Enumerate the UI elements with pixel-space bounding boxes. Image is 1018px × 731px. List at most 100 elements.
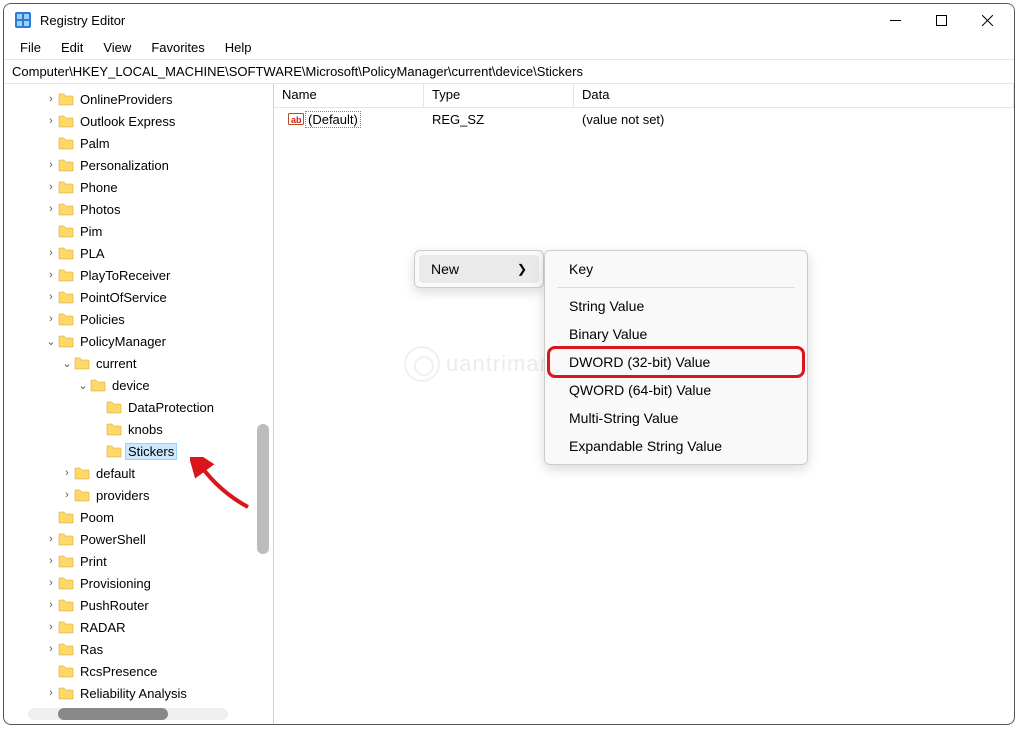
menu-file[interactable]: File [10, 38, 51, 57]
tree-item-label: Policies [78, 312, 127, 327]
chevron-right-icon[interactable]: › [44, 313, 58, 325]
horizontal-scrollbar[interactable] [28, 708, 228, 720]
minimize-button[interactable] [872, 4, 918, 36]
chevron-down-icon[interactable]: ⌄ [60, 357, 74, 370]
tree-item-label: PushRouter [78, 598, 151, 613]
chevron-right-icon[interactable]: › [44, 621, 58, 633]
tree-item-policymanager[interactable]: ⌄PolicyManager [4, 330, 273, 352]
tree-item-pushrouter[interactable]: › PushRouter [4, 594, 273, 616]
chevron-right-icon[interactable]: › [44, 643, 58, 655]
tree-item-label: RcsPresence [78, 664, 159, 679]
tree-item-powershell[interactable]: › PowerShell [4, 528, 273, 550]
context-submenu-new: Key String Value Binary Value DWORD (32-… [544, 250, 808, 465]
chevron-right-icon[interactable]: › [44, 533, 58, 545]
chevron-right-icon[interactable]: › [60, 489, 74, 501]
column-type[interactable]: Type [424, 84, 574, 107]
tree-item-dataprotection[interactable]: ›DataProtection [4, 396, 273, 418]
chevron-right-icon[interactable]: › [44, 687, 58, 699]
close-button[interactable] [964, 4, 1010, 36]
vertical-scrollbar[interactable] [257, 84, 269, 724]
tree-pane[interactable]: ›OnlineProviders›Outlook Express›Palm › Pe… [4, 84, 274, 724]
tree-item-default[interactable]: ›default [4, 462, 273, 484]
context-item-multistring[interactable]: Multi-String Value [549, 404, 803, 432]
chevron-down-icon[interactable]: ⌄ [76, 379, 90, 392]
tree-item-label: Personalization [78, 158, 171, 173]
folder-icon [90, 378, 106, 392]
tree-item-poom[interactable]: ›Poom [4, 506, 273, 528]
tree-item-ras[interactable]: ›Ras [4, 638, 273, 660]
folder-icon [58, 180, 74, 194]
chevron-down-icon[interactable]: ⌄ [44, 335, 58, 348]
chevron-right-icon[interactable]: › [44, 181, 58, 193]
context-item-binary[interactable]: Binary Value [549, 320, 803, 348]
tree-item-device[interactable]: ⌄device [4, 374, 273, 396]
tree-item-policies[interactable]: › Policies [4, 308, 273, 330]
folder-icon [74, 488, 90, 502]
tree-item-stickers[interactable]: ›Stickers [4, 440, 273, 462]
chevron-right-icon[interactable]: › [44, 599, 58, 611]
chevron-right-icon[interactable]: › [44, 247, 58, 259]
tree-item-knobs[interactable]: ›knobs [4, 418, 273, 440]
folder-icon [74, 356, 90, 370]
chevron-right-icon[interactable]: › [60, 467, 74, 479]
tree-item-pla[interactable]: ›PLA [4, 242, 273, 264]
folder-icon [58, 598, 74, 612]
menu-edit[interactable]: Edit [51, 38, 93, 57]
context-item-qword[interactable]: QWORD (64-bit) Value [549, 376, 803, 404]
column-data[interactable]: Data [574, 84, 1014, 107]
tree-item-label: PowerShell [78, 532, 148, 547]
tree-item-pim[interactable]: ›Pim [4, 220, 273, 242]
chevron-right-icon[interactable]: › [44, 115, 58, 127]
tree-item-radar[interactable]: ›RADAR [4, 616, 273, 638]
folder-icon [58, 246, 74, 260]
tree-item-playtoreceiver[interactable]: ›PlayToReceiver [4, 264, 273, 286]
folder-icon [58, 686, 74, 700]
context-item-key[interactable]: Key [549, 255, 803, 283]
chevron-right-icon[interactable]: › [44, 291, 58, 303]
scroll-thumb[interactable] [58, 708, 168, 720]
column-name[interactable]: Name [274, 84, 424, 107]
tree-item-print[interactable]: ›Print [4, 550, 273, 572]
folder-icon [58, 158, 74, 172]
tree-item-palm[interactable]: ›Palm [4, 132, 273, 154]
tree-item-phone[interactable]: ›Phone [4, 176, 273, 198]
menu-help[interactable]: Help [215, 38, 262, 57]
tree-item-onlineproviders[interactable]: ›OnlineProviders [4, 88, 273, 110]
tree-item-providers[interactable]: ›providers [4, 484, 273, 506]
scroll-thumb[interactable] [257, 424, 269, 554]
titlebar[interactable]: Registry Editor [4, 4, 1014, 36]
tree-item-label: DataProtection [126, 400, 216, 415]
list-header: Name Type Data [274, 84, 1014, 108]
tree-item-rcspresence[interactable]: ›RcsPresence [4, 660, 273, 682]
address-path: Computer\HKEY_LOCAL_MACHINE\SOFTWARE\Mic… [12, 64, 583, 79]
tree-item-label: Provisioning [78, 576, 153, 591]
context-item-new[interactable]: New ❯ [419, 255, 539, 283]
folder-icon [58, 136, 74, 150]
chevron-right-icon[interactable]: › [44, 555, 58, 567]
tree-item-personalization[interactable]: › Personalization [4, 154, 273, 176]
context-item-string[interactable]: String Value [549, 292, 803, 320]
chevron-right-icon[interactable]: › [44, 203, 58, 215]
tree-item-current[interactable]: ⌄current [4, 352, 273, 374]
chevron-right-icon[interactable]: › [44, 159, 58, 171]
context-item-expandable[interactable]: Expandable String Value [549, 432, 803, 460]
list-row[interactable]: ab (Default) REG_SZ (value not set) [274, 108, 1014, 130]
address-bar[interactable]: Computer\HKEY_LOCAL_MACHINE\SOFTWARE\Mic… [4, 60, 1014, 84]
tree-item-reliability-analysis[interactable]: ›Reliability Analysis [4, 682, 273, 704]
tree-item-outlook-express[interactable]: ›Outlook Express [4, 110, 273, 132]
tree-item-photos[interactable]: ›Photos [4, 198, 273, 220]
chevron-right-icon[interactable]: › [44, 269, 58, 281]
maximize-button[interactable] [918, 4, 964, 36]
chevron-right-icon[interactable]: › [44, 93, 58, 105]
regedit-icon [14, 11, 32, 29]
context-item-dword[interactable]: DWORD (32-bit) Value [549, 348, 803, 376]
tree-item-provisioning[interactable]: › Provisioning [4, 572, 273, 594]
tree-item-pointofservice[interactable]: ›PointOfService [4, 286, 273, 308]
string-value-icon: ab [288, 111, 304, 127]
folder-icon [58, 532, 74, 546]
menu-view[interactable]: View [93, 38, 141, 57]
tree-item-label: Pim [78, 224, 104, 239]
folder-icon [58, 312, 74, 326]
menu-favorites[interactable]: Favorites [141, 38, 214, 57]
chevron-right-icon[interactable]: › [44, 577, 58, 589]
